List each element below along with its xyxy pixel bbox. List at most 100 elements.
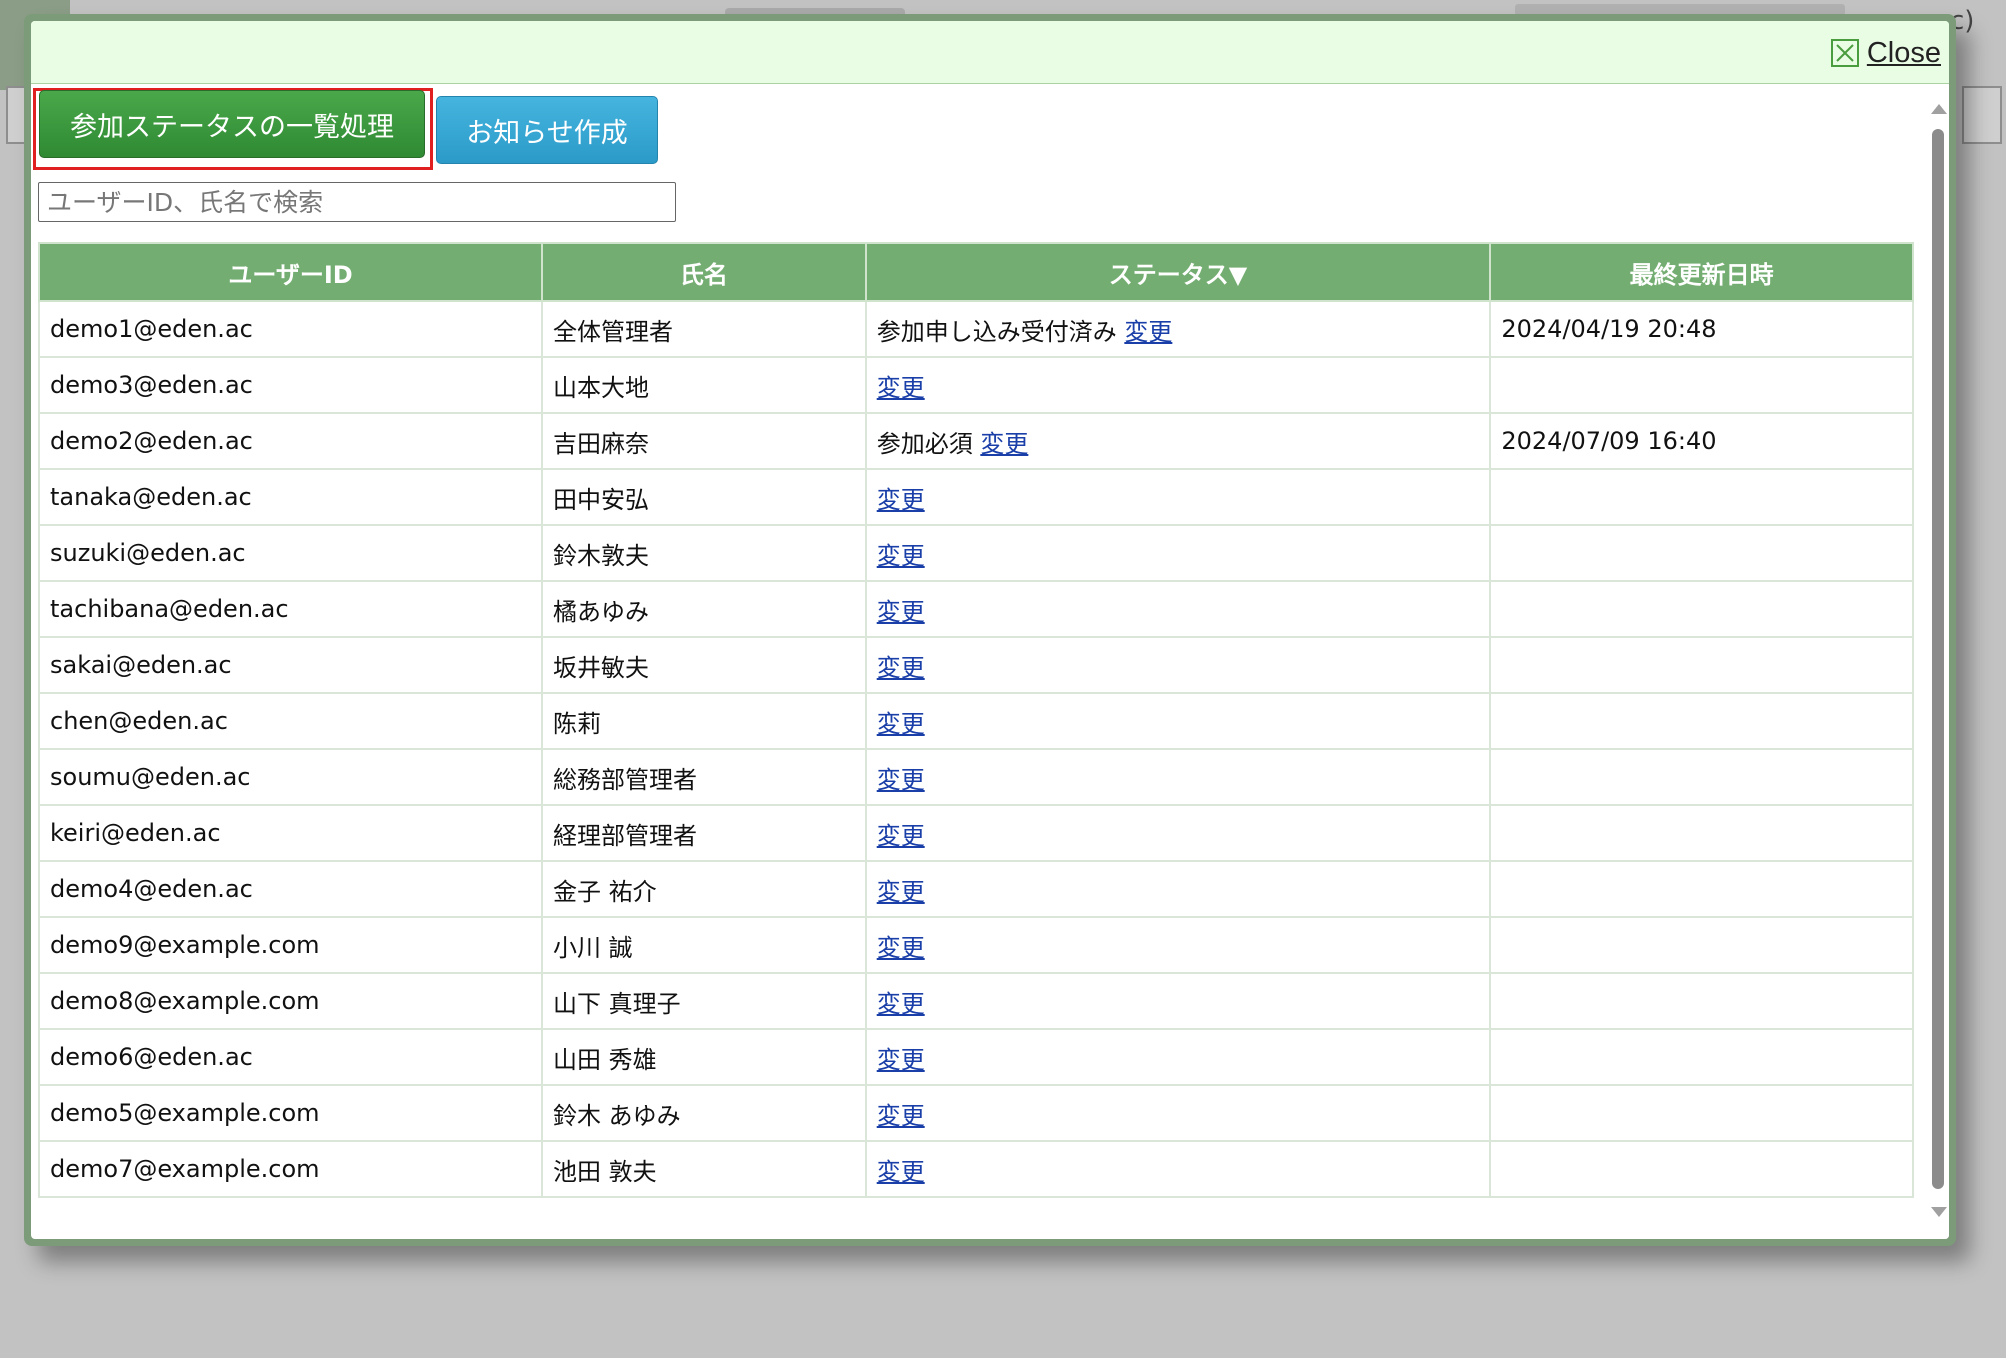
table-row: soumu@eden.ac 総務部管理者 変更 [37, 748, 1914, 806]
cell-user-id: demo3@eden.ac [37, 356, 544, 414]
bulk-status-button[interactable]: 参加ステータスの一覧処理 [39, 90, 425, 158]
cell-last-updated [1489, 972, 1914, 1030]
scroll-thumb[interactable] [1932, 129, 1944, 1189]
table-row: tanaka@eden.ac 田中安弘 変更 [37, 468, 1914, 526]
cell-name: 経理部管理者 [541, 804, 867, 862]
close-button[interactable]: Close [1830, 35, 1941, 71]
cell-last-updated [1489, 356, 1914, 414]
cell-user-id: demo8@example.com [37, 972, 544, 1030]
background-right-box [1962, 86, 2002, 144]
cell-user-id: demo5@example.com [37, 1084, 544, 1142]
change-status-link[interactable]: 変更 [1124, 318, 1172, 346]
table-row: demo3@eden.ac 山本大地 変更 [37, 356, 1914, 414]
cell-status: 変更 [864, 356, 1492, 414]
cell-last-updated [1489, 692, 1914, 750]
modal-body: Close 参加ステータスの一覧処理 お知らせ作成 ユーザーID 氏名 ステータ… [31, 21, 1949, 1239]
cell-name: 田中安弘 [541, 468, 867, 526]
change-status-link[interactable]: 変更 [877, 374, 925, 402]
table-row: demo8@example.com 山下 真理子 変更 [37, 972, 1914, 1030]
header-status-sort[interactable]: ステータス▼ [864, 242, 1492, 302]
cell-status: 変更 [864, 860, 1492, 918]
change-status-link[interactable]: 変更 [980, 430, 1028, 458]
header-user-id: ユーザーID [37, 242, 544, 302]
cell-name: 鈴木敦夫 [541, 524, 867, 582]
change-status-link[interactable]: 変更 [877, 598, 925, 626]
cell-last-updated [1489, 1084, 1914, 1142]
cell-last-updated [1489, 468, 1914, 526]
cell-status: 変更 [864, 804, 1492, 862]
header-last-updated: 最終更新日時 [1489, 242, 1914, 302]
change-status-link[interactable]: 変更 [877, 1102, 925, 1130]
cell-last-updated [1489, 636, 1914, 694]
cell-name: 山本大地 [541, 356, 867, 414]
table-row: demo1@eden.ac 全体管理者 参加申し込み受付済み 変更 2024/04/1… [37, 300, 1914, 358]
change-status-link[interactable]: 変更 [877, 1158, 925, 1186]
cell-status: 変更 [864, 636, 1492, 694]
modal-header: Close [31, 21, 1949, 84]
cell-last-updated: 2024/04/19 20:48 [1489, 300, 1914, 358]
scrollbar[interactable] [1927, 84, 1949, 1239]
cell-status: 変更 [864, 468, 1492, 526]
modal-content: 参加ステータスの一覧処理 お知らせ作成 ユーザーID 氏名 ステータス▼ 最終更… [31, 84, 1949, 1239]
header-name: 氏名 [541, 242, 867, 302]
table-row: demo4@eden.ac 金子 祐介 変更 [37, 860, 1914, 918]
table-row: demo9@example.com 小川 誠変更 [37, 916, 1914, 974]
cell-status: 参加申し込み受付済み 変更 [864, 300, 1492, 358]
change-status-link[interactable]: 変更 [877, 710, 925, 738]
cell-status: 変更 [864, 972, 1492, 1030]
cell-name: 橘あゆみ [541, 580, 867, 638]
table-header-row: ユーザーID 氏名 ステータス▼ 最終更新日時 [37, 242, 1914, 302]
change-status-link[interactable]: 変更 [877, 822, 925, 850]
cell-user-id: tanaka@eden.ac [37, 468, 544, 526]
cell-user-id: demo1@eden.ac [37, 300, 544, 358]
users-table: ユーザーID 氏名 ステータス▼ 最終更新日時 demo1@eden.ac 全体管… [37, 242, 1914, 1198]
scroll-up-arrow-icon[interactable] [1931, 104, 1947, 114]
table-row: demo5@example.com 鈴木 あゆみ 変更 [37, 1084, 1914, 1142]
cell-status: 参加必須 変更 [864, 412, 1492, 470]
change-status-link[interactable]: 変更 [877, 542, 925, 570]
change-status-link[interactable]: 変更 [877, 878, 925, 906]
close-label: Close [1866, 36, 1941, 69]
cell-user-id: demo4@eden.ac [37, 860, 544, 918]
cell-last-updated [1489, 1140, 1914, 1198]
cell-user-id: demo6@eden.ac [37, 1028, 544, 1086]
table-body: demo1@eden.ac 全体管理者 参加申し込み受付済み 変更 2024/04/1… [37, 300, 1914, 1198]
cell-name: 池田 敦夫 [541, 1140, 867, 1198]
cell-status: 変更 [864, 916, 1492, 974]
change-status-link[interactable]: 変更 [877, 1046, 925, 1074]
cell-user-id: demo7@example.com [37, 1140, 544, 1198]
change-status-link[interactable]: 変更 [877, 766, 925, 794]
cell-user-id: demo2@eden.ac [37, 412, 544, 470]
cell-name: 山田 秀雄 [541, 1028, 867, 1086]
cell-name: 金子 祐介 [541, 860, 867, 918]
cell-name: 全体管理者 [541, 300, 867, 358]
cell-user-id: demo9@example.com [37, 916, 544, 974]
cell-last-updated [1489, 916, 1914, 974]
cell-status: 変更 [864, 1028, 1492, 1086]
cell-name: 山下 真理子 [541, 972, 867, 1030]
cell-user-id: keiri@eden.ac [37, 804, 544, 862]
cell-last-updated [1489, 804, 1914, 862]
cell-last-updated [1489, 1028, 1914, 1086]
cell-last-updated: 2024/07/09 16:40 [1489, 412, 1914, 470]
modal-dialog: Close 参加ステータスの一覧処理 お知らせ作成 ユーザーID 氏名 ステータ… [24, 14, 1956, 1246]
change-status-link[interactable]: 変更 [877, 934, 925, 962]
cell-last-updated [1489, 748, 1914, 806]
cell-user-id: soumu@eden.ac [37, 748, 544, 806]
change-status-link[interactable]: 変更 [877, 654, 925, 682]
cell-last-updated [1489, 580, 1914, 638]
create-notice-button[interactable]: お知らせ作成 [436, 96, 658, 164]
change-status-link[interactable]: 変更 [877, 990, 925, 1018]
cell-status: 変更 [864, 748, 1492, 806]
change-status-link[interactable]: 変更 [877, 486, 925, 514]
scroll-down-arrow-icon[interactable] [1931, 1207, 1947, 1217]
cell-user-id: chen@eden.ac [37, 692, 544, 750]
cell-status: 変更 [864, 580, 1492, 638]
status-text: 参加申し込み受付済み [876, 317, 1117, 346]
search-input[interactable] [38, 182, 676, 222]
table-row: demo7@example.com 池田 敦夫 変更 [37, 1140, 1914, 1198]
cell-name: 小川 誠 [541, 916, 867, 974]
cell-user-id: sakai@eden.ac [37, 636, 544, 694]
cell-status: 変更 [864, 524, 1492, 582]
table-row: keiri@eden.ac 経理部管理者 変更 [37, 804, 1914, 862]
